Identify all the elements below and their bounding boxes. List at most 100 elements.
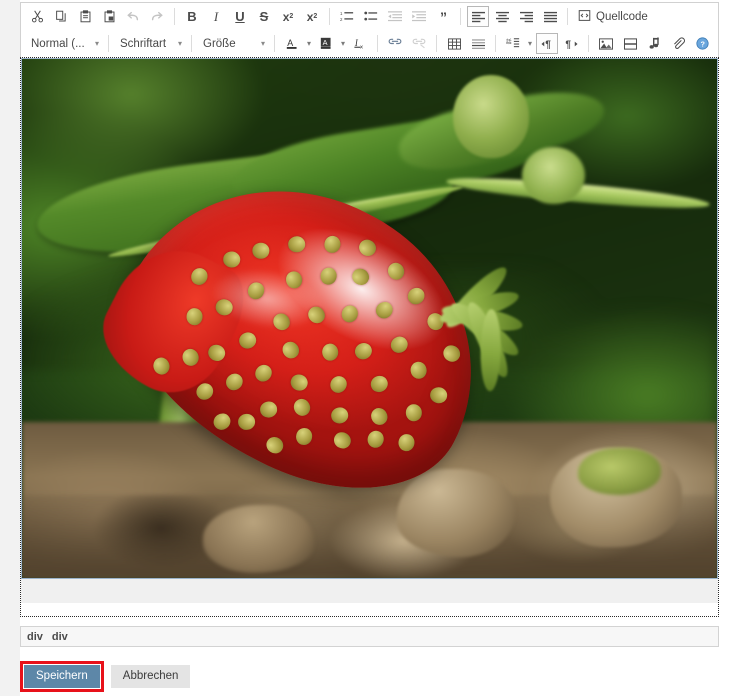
svg-text:I: I — [354, 38, 359, 48]
strawberry-seed — [210, 410, 235, 434]
page-right-gutter — [720, 0, 734, 696]
horizontal-rule-button[interactable] — [467, 33, 489, 54]
breadcrumb-item-1[interactable]: div — [52, 631, 68, 643]
strawberry-seed — [323, 234, 343, 255]
svg-text:¶: ¶ — [545, 39, 551, 49]
strawberry-seed — [245, 279, 268, 303]
strikethrough-label: S — [259, 9, 269, 24]
insert-attachment-button[interactable] — [667, 33, 689, 54]
cut-button[interactable] — [26, 6, 48, 27]
strawberry-seed — [305, 303, 329, 328]
source-code-button[interactable]: Quellcode — [573, 6, 653, 27]
strawberry-seed — [288, 371, 311, 393]
strawberry-seed — [269, 309, 294, 334]
text-direction-rtl-button[interactable]: ¶ — [560, 33, 582, 54]
text-color-dropdown[interactable]: ▾ — [305, 33, 313, 54]
insert-link-button[interactable] — [384, 33, 406, 54]
strawberry-seed — [222, 370, 247, 395]
font-family-select[interactable]: Schriftart ▾ — [114, 33, 186, 54]
strawberry-seed — [352, 340, 376, 363]
source-code-icon — [578, 9, 591, 25]
decrease-indent-button[interactable] — [384, 6, 406, 27]
underline-label: U — [235, 9, 245, 24]
paragraph-format-select[interactable]: Normal (... ▾ — [25, 33, 103, 54]
breadcrumb-item-0[interactable]: div — [27, 631, 43, 643]
italic-button[interactable]: I — [205, 6, 227, 27]
paragraph-format-value: Normal (... — [31, 37, 85, 50]
align-left-button[interactable] — [467, 6, 489, 27]
chevron-down-icon: ▾ — [177, 39, 182, 48]
save-button[interactable]: Speichern — [24, 665, 100, 688]
copy-button[interactable] — [50, 6, 72, 27]
strawberry-seed — [259, 400, 279, 419]
inserted-image[interactable] — [21, 58, 718, 579]
strawberry-seed — [368, 373, 391, 395]
editor-content-iframe[interactable] — [20, 57, 719, 617]
toolbar-separator — [108, 35, 109, 52]
svg-text:2: 2 — [340, 17, 343, 22]
toolbar-separator — [274, 35, 275, 52]
bold-label: B — [187, 9, 197, 24]
svg-text:話: 話 — [506, 38, 512, 46]
strawberry-seed — [236, 330, 259, 351]
svg-text:1: 1 — [340, 11, 343, 16]
strawberry-seed — [405, 404, 422, 422]
toolbar-separator — [567, 8, 568, 25]
subscript-label: x — [282, 9, 290, 24]
insert-image-button[interactable] — [595, 33, 617, 54]
align-right-button[interactable] — [515, 6, 537, 27]
text-color-button[interactable]: A — [281, 33, 303, 54]
align-center-button[interactable] — [491, 6, 513, 27]
background-color-button[interactable]: A — [315, 33, 337, 54]
insert-audio-button[interactable] — [643, 33, 665, 54]
toolbar-separator — [191, 35, 192, 52]
help-button[interactable]: ? — [691, 33, 713, 54]
remove-format-button[interactable]: I x — [349, 33, 371, 54]
toolbar-row-formatting: B I U S x2 x2 1 2 ” Quellcode — [21, 3, 718, 30]
paste-button[interactable] — [74, 6, 96, 27]
subscript-button[interactable]: x2 — [277, 6, 299, 27]
paste-word-button[interactable] — [98, 6, 120, 27]
strawberry-seed — [237, 413, 256, 431]
save-button-highlight: Speichern — [20, 661, 104, 692]
align-justify-button[interactable] — [539, 6, 561, 27]
editor-toolbar: B I U S x2 x2 1 2 ” Quellcode Normal (..… — [20, 2, 719, 57]
svg-text:¶: ¶ — [565, 39, 571, 49]
underline-button[interactable]: U — [229, 6, 251, 27]
content-empty-area[interactable] — [21, 579, 718, 603]
redo-button[interactable] — [146, 6, 168, 27]
form-actions: Speichern Abbrechen — [20, 661, 191, 692]
language-button[interactable]: 話 — [502, 33, 524, 54]
background-color-dropdown[interactable]: ▾ — [339, 33, 347, 54]
numbered-list-button[interactable]: 1 2 — [336, 6, 358, 27]
increase-indent-button[interactable] — [408, 6, 430, 27]
strawberry-calyx — [413, 256, 563, 392]
strawberry-seed — [385, 260, 408, 283]
unlink-button[interactable] — [408, 33, 430, 54]
undo-button[interactable] — [122, 6, 144, 27]
bulleted-list-button[interactable] — [360, 6, 382, 27]
bold-button[interactable]: B — [181, 6, 203, 27]
cancel-button[interactable]: Abbrechen — [110, 665, 191, 688]
source-code-label: Quellcode — [596, 10, 648, 23]
insert-flash-button[interactable] — [619, 33, 641, 54]
strikethrough-button[interactable]: S — [253, 6, 275, 27]
insert-table-button[interactable] — [443, 33, 465, 54]
strawberry-seed — [294, 426, 315, 447]
strawberry-photo — [22, 59, 717, 578]
rich-text-editor: B I U S x2 x2 1 2 ” Quellcode Normal (..… — [20, 2, 719, 647]
strawberry-seed — [319, 265, 340, 287]
mossy-rock — [578, 448, 662, 495]
chevron-down-icon: ▾ — [260, 39, 265, 48]
text-direction-ltr-button[interactable]: ¶ — [536, 33, 558, 54]
language-dropdown[interactable]: ▾ — [526, 33, 534, 54]
toolbar-row-styles: Normal (... ▾ Schriftart ▾ Größe ▾ A ▾ A… — [21, 30, 718, 57]
superscript-button[interactable]: x2 — [301, 6, 323, 27]
strawberry-seed — [329, 405, 350, 425]
svg-text:A: A — [322, 38, 327, 47]
blockquote-button[interactable]: ” — [432, 6, 454, 27]
strawberry-seed — [187, 265, 211, 289]
font-size-select[interactable]: Größe ▾ — [197, 33, 269, 54]
strawberry-seed — [151, 355, 172, 378]
strawberry-seed — [222, 251, 242, 269]
